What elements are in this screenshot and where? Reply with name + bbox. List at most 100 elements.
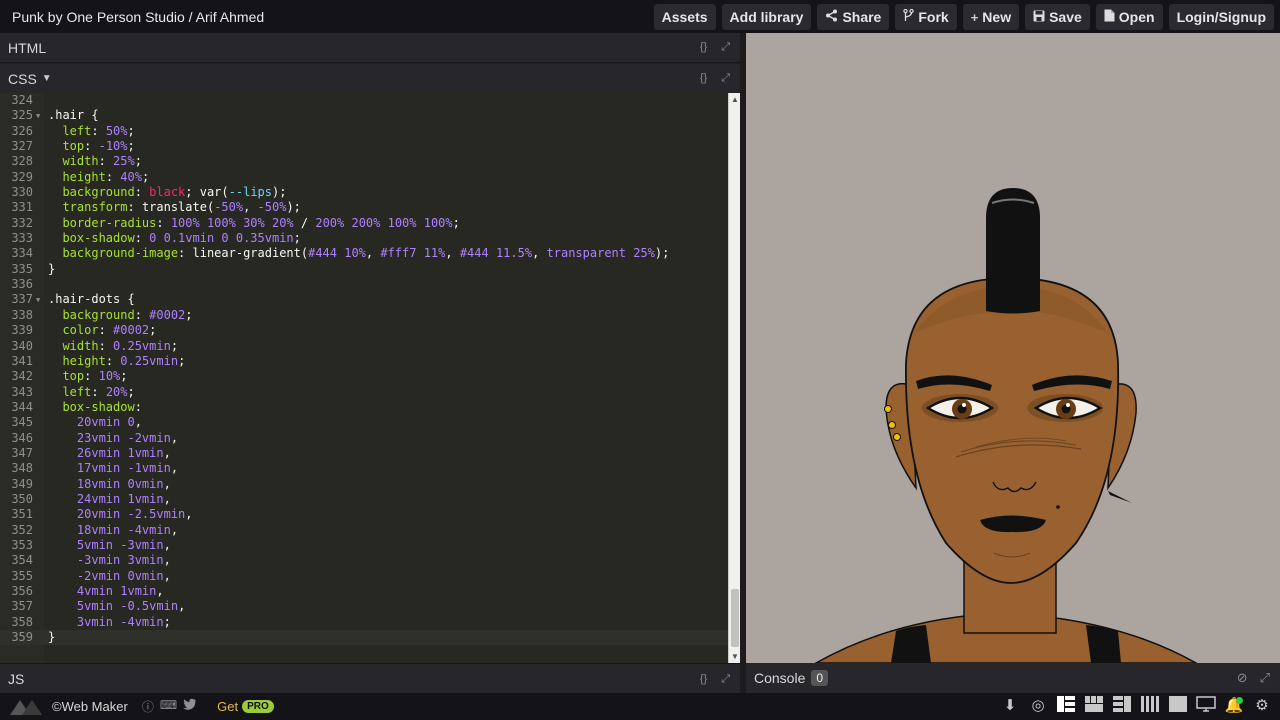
code-lines[interactable]: 324 325 ▼ .hair {326 left: 50%; 327 top: -10…: [0, 93, 728, 646]
code-line[interactable]: 334 background-image: linear-gradient(#4…: [0, 246, 728, 261]
console-bar[interactable]: Console 0 ⊘ ⤢: [746, 663, 1280, 693]
new-button[interactable]: + New: [962, 4, 1020, 30]
layout-2-icon[interactable]: [1084, 696, 1104, 716]
braces-icon[interactable]: {}: [700, 673, 707, 686]
braces-icon[interactable]: {}: [700, 41, 707, 54]
web-maker-logo-icon[interactable]: [10, 698, 50, 716]
add-library-button[interactable]: Add library: [721, 4, 812, 30]
line-number: 325: [11, 108, 33, 123]
code-line[interactable]: 337 ▼ .hair-dots {: [0, 292, 728, 307]
code-line[interactable]: 351 20vmin -2.5vmin,: [0, 507, 728, 522]
code-line[interactable]: 344 box-shadow:: [0, 400, 728, 415]
code-line[interactable]: 359}: [0, 630, 728, 646]
code-text: height: 0.25vmin;: [48, 354, 185, 369]
code-line[interactable]: 346 23vmin -2vmin,: [0, 431, 728, 446]
code-line[interactable]: 341 height: 0.25vmin;: [0, 354, 728, 369]
open-button[interactable]: Open: [1095, 4, 1163, 30]
js-pane-header[interactable]: JS {} ⤢: [0, 663, 740, 693]
fold-arrow-icon[interactable]: ▼: [36, 293, 40, 308]
code-line[interactable]: 329 height: 40%;: [0, 170, 728, 185]
save-button[interactable]: Save: [1025, 4, 1090, 30]
code-line[interactable]: 342 top: 10%;: [0, 369, 728, 384]
share-button[interactable]: Share: [817, 4, 890, 30]
code-line[interactable]: 354 -3vmin 3vmin,: [0, 553, 728, 568]
code-line[interactable]: 335}: [0, 262, 728, 277]
code-line[interactable]: 326 left: 50%;: [0, 124, 728, 139]
help-icon[interactable]: ⓘ: [142, 698, 154, 715]
code-line[interactable]: 345 20vmin 0,: [0, 415, 728, 430]
chevron-down-icon[interactable]: ▼: [42, 73, 52, 84]
scroll-down-icon[interactable]: ▼: [731, 652, 739, 661]
css-code-editor[interactable]: 324 325 ▼ .hair {326 left: 50%; 327 top: -10…: [0, 93, 740, 663]
code-token: :: [98, 154, 114, 169]
keyboard-icon[interactable]: ⌨: [160, 698, 177, 715]
scroll-up-icon[interactable]: ▲: [731, 95, 739, 104]
line-number: 358: [11, 614, 33, 629]
code-line[interactable]: 348 17vmin -1vmin,: [0, 461, 728, 476]
login-button[interactable]: Login/Signup: [1168, 4, 1274, 30]
download-icon[interactable]: ⬇: [1000, 696, 1020, 716]
monitor-icon[interactable]: [1196, 696, 1216, 716]
expand-icon[interactable]: ⤢: [721, 41, 730, 54]
code-line[interactable]: 327 top: -10%;: [0, 139, 728, 154]
notification-icon[interactable]: 🔔: [1224, 696, 1244, 716]
expand-icon[interactable]: ⤢: [1260, 670, 1270, 686]
layout-3-icon[interactable]: [1112, 696, 1132, 716]
code-line[interactable]: 336: [0, 277, 728, 292]
code-token: var(: [199, 185, 229, 200]
new-label: New: [982, 9, 1012, 25]
code-token: height: [62, 169, 106, 184]
project-title[interactable]: Punk by One Person Studio / Arif Ahmed: [12, 9, 264, 25]
layout-4-icon[interactable]: [1140, 696, 1160, 716]
code-token: );: [286, 200, 301, 215]
code-token: -50%: [214, 200, 244, 215]
editor-scrollbar[interactable]: ▲ ▼: [728, 93, 740, 663]
code-line[interactable]: 338 background: #0002;: [0, 308, 728, 323]
fork-button[interactable]: Fork: [895, 4, 957, 30]
code-line[interactable]: 349 18vmin 0vmin,: [0, 477, 728, 492]
code-line[interactable]: 350 24vmin 1vmin,: [0, 492, 728, 507]
css-pane-header[interactable]: CSS ▼ {} ⤢: [0, 64, 740, 94]
code-line[interactable]: 325 ▼ .hair {: [0, 108, 728, 123]
code-token: color: [62, 323, 99, 338]
line-number: 340: [11, 338, 33, 353]
expand-icon[interactable]: ⤢: [721, 673, 730, 686]
assets-button[interactable]: Assets: [653, 4, 716, 30]
code-line[interactable]: 324: [0, 93, 728, 108]
get-pro-link[interactable]: Get: [217, 699, 238, 714]
code-settings-icon[interactable]: ◎: [1028, 696, 1048, 716]
code-line[interactable]: 328 width: 25%;: [0, 154, 728, 169]
expand-icon[interactable]: ⤢: [721, 72, 730, 85]
twitter-icon[interactable]: [183, 698, 197, 715]
code-text: background: #0002;: [48, 308, 192, 323]
code-line[interactable]: 333 box-shadow: 0 0.1vmin 0 0.35vmin;: [0, 231, 728, 246]
code-line[interactable]: 357 5vmin -0.5vmin,: [0, 599, 728, 614]
brand-link[interactable]: ©Web Maker: [52, 699, 128, 714]
code-line[interactable]: 332 border-radius: 100% 100% 30% 20% / 2…: [0, 216, 728, 231]
code-line[interactable]: 356 4vmin 1vmin,: [0, 584, 728, 599]
preview-pane[interactable]: [746, 33, 1280, 663]
code-line[interactable]: 330 background: black; var(--lips);: [0, 185, 728, 200]
gear-icon[interactable]: ⚙: [1252, 696, 1272, 716]
code-line[interactable]: 353 5vmin -3vmin,: [0, 538, 728, 553]
layout-1-icon[interactable]: [1056, 696, 1076, 716]
code-line[interactable]: 343 left: 20%;: [0, 385, 728, 400]
code-line[interactable]: 358 3vmin -4vmin;: [0, 615, 728, 630]
code-line[interactable]: 340 width: 0.25vmin;: [0, 339, 728, 354]
code-line[interactable]: 352 18vmin -4vmin,: [0, 523, 728, 538]
code-line[interactable]: 347 26vmin 1vmin,: [0, 446, 728, 461]
code-line[interactable]: 355 -2vmin 0vmin,: [0, 569, 728, 584]
html-pane-header[interactable]: HTML {} ⤢: [0, 33, 740, 63]
code-line[interactable]: 331 transform: translate(-50%, -50%);: [0, 200, 728, 215]
braces-icon[interactable]: {}: [700, 72, 707, 85]
clear-icon[interactable]: ⊘: [1237, 670, 1248, 686]
layout-5-icon[interactable]: [1168, 696, 1188, 716]
fold-arrow-icon[interactable]: ▼: [36, 109, 40, 124]
scrollbar-thumb[interactable]: [731, 589, 739, 647]
code-line[interactable]: 339 color: #0002;: [0, 323, 728, 338]
pro-badge[interactable]: PRO: [242, 700, 274, 713]
